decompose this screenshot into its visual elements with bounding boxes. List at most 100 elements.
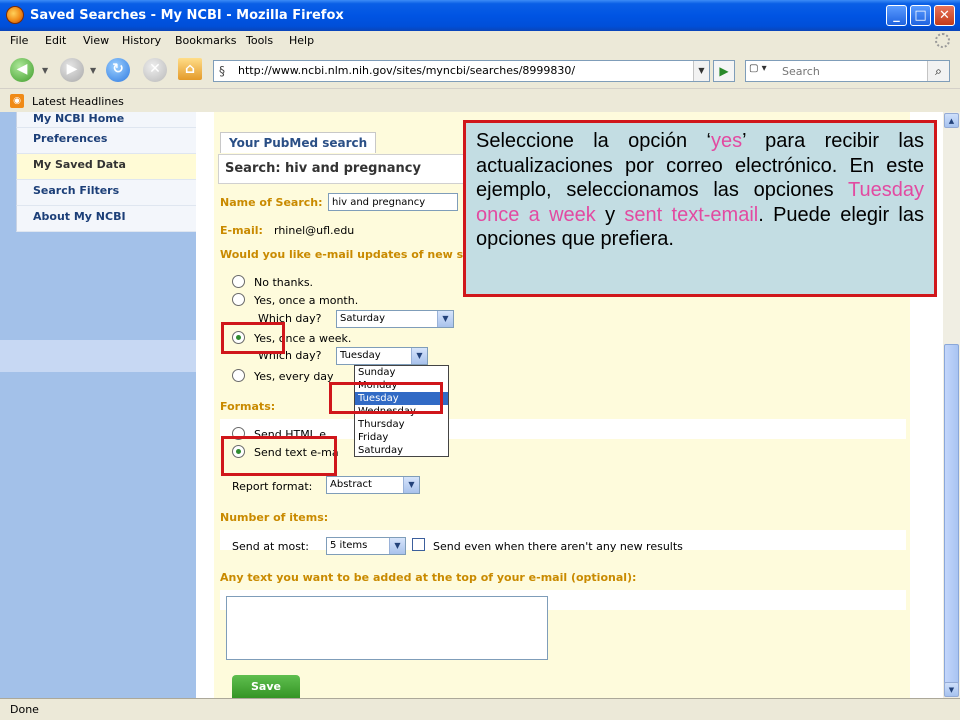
report-format-select[interactable]: Abstract ▼ [326, 476, 420, 494]
maximize-button[interactable]: □ [910, 5, 931, 26]
status-bar: Done [0, 698, 960, 720]
radio-no-thanks-label: No thanks. [254, 276, 314, 289]
send-at-most-value: 5 items [330, 540, 368, 551]
sidebar-item-saved-data[interactable]: My Saved Data [16, 154, 196, 180]
site-icon: § [219, 64, 225, 78]
reload-button[interactable]: ↻ [106, 58, 130, 82]
radio-once-month[interactable] [232, 293, 245, 306]
throbber-icon [935, 33, 950, 48]
sidebar: My NCBI Home Preferences My Saved Data S… [0, 112, 196, 698]
go-button[interactable]: ▶ [713, 60, 735, 82]
sidebar-item-about[interactable]: About My NCBI [16, 206, 196, 232]
search-icon[interactable]: ⌕ [927, 61, 949, 81]
menu-view[interactable]: View [83, 34, 109, 47]
email-label: E-mail: [220, 224, 263, 237]
radio-once-month-label: Yes, once a month. [254, 294, 359, 307]
radio-every-day-label: Yes, every day [254, 370, 334, 383]
month-day-select[interactable]: Saturday ▼ [336, 310, 454, 328]
forward-arrow-icon: ▶ [66, 61, 78, 77]
status-text: Done [10, 703, 39, 716]
go-arrow-icon: ▶ [719, 64, 729, 78]
report-format-value: Abstract [330, 479, 372, 490]
day-option-thursday[interactable]: Thursday [355, 418, 448, 431]
menu-history[interactable]: History [122, 34, 161, 47]
reload-icon: ↻ [112, 61, 124, 77]
stop-icon: ✕ [149, 61, 161, 77]
callout-sent: sent text-email [624, 203, 759, 226]
search-box[interactable]: ▢ ▾ ⌕ [745, 60, 950, 82]
callout-part3: y [595, 203, 625, 226]
highlight-tuesday [329, 382, 443, 414]
stop-button[interactable]: ✕ [143, 58, 167, 82]
chevron-down-icon: ▼ [411, 348, 427, 364]
number-items-label: Number of items: [220, 511, 329, 524]
updates-question: Would you like e-mail updates of new sea [220, 248, 479, 261]
back-arrow-icon: ◀ [16, 61, 28, 77]
search-input[interactable] [780, 63, 920, 79]
address-url: http://www.ncbi.nlm.nih.gov/sites/myncbi… [238, 64, 576, 77]
url-history-icon[interactable]: ▼ [693, 61, 709, 81]
menu-bookmarks[interactable]: Bookmarks [175, 34, 236, 47]
day-option-friday[interactable]: Friday [355, 431, 448, 444]
firefox-icon [6, 6, 24, 24]
menu-file[interactable]: File [10, 34, 28, 47]
week-day-select[interactable]: Tuesday ▼ [336, 347, 428, 365]
menu-bar: File Edit View History Bookmarks Tools H… [0, 31, 960, 51]
sidebar-menu: My NCBI Home Preferences My Saved Data S… [16, 112, 196, 232]
menu-help[interactable]: Help [289, 34, 314, 47]
forward-button[interactable]: ▶ [60, 58, 84, 82]
send-at-most-label: Send at most: [232, 540, 309, 553]
bookmark-latest-headlines[interactable]: Latest Headlines [32, 95, 124, 108]
minimize-button[interactable]: _ [886, 5, 907, 26]
home-icon: ⌂ [184, 61, 196, 77]
highlight-once-week [221, 322, 285, 354]
chevron-down-icon: ▼ [389, 538, 405, 554]
month-day-value: Saturday [340, 313, 386, 324]
callout-part1: Seleccione la opción ‘ [476, 130, 711, 152]
close-button[interactable]: ✕ [934, 5, 955, 26]
save-button[interactable]: Save [232, 675, 300, 698]
search-engine-icon[interactable]: ▢ ▾ [749, 63, 777, 79]
back-history-icon[interactable]: ▼ [42, 66, 48, 75]
day-option-saturday[interactable]: Saturday [355, 444, 448, 457]
extra-text-area[interactable] [226, 596, 548, 660]
extra-text-label: Any text you want to be added at the top… [220, 571, 637, 584]
search-name-field[interactable] [328, 193, 458, 211]
send-at-most-select[interactable]: 5 items ▼ [326, 537, 406, 555]
radio-no-thanks[interactable] [232, 275, 245, 288]
week-day-value: Tuesday [340, 350, 381, 361]
instruction-callout: Seleccione la opción ‘yes’ para recibir … [463, 120, 937, 297]
email-value: rhinel@ufl.edu [274, 224, 355, 237]
navigation-toolbar: ◀ ▼ ▶ ▼ ↻ ✕ ⌂ § http://www.ncbi.nlm.nih.… [0, 51, 960, 89]
send-even-checkbox[interactable] [412, 538, 425, 551]
sidebar-item-preferences[interactable]: Preferences [16, 128, 196, 154]
sidebar-item-home[interactable]: My NCBI Home [16, 112, 196, 128]
scroll-up-icon[interactable]: ▲ [944, 113, 959, 128]
vertical-scrollbar[interactable]: ▲ ▼ [943, 112, 960, 698]
day-option-sunday[interactable]: Sunday [355, 366, 448, 379]
address-bar[interactable]: § http://www.ncbi.nlm.nih.gov/sites/mync… [213, 60, 710, 82]
sidebar-item-search-filters[interactable]: Search Filters [16, 180, 196, 206]
bookmarks-toolbar: ◉ Latest Headlines [0, 90, 960, 112]
sidebar-band [0, 340, 196, 372]
menu-tools[interactable]: Tools [246, 34, 273, 47]
highlight-send-text [221, 436, 337, 476]
radio-every-day[interactable] [232, 369, 245, 382]
send-even-label: Send even when there aren't any new resu… [433, 540, 683, 553]
forward-history-icon[interactable]: ▼ [90, 66, 96, 75]
report-format-label: Report format: [232, 480, 313, 493]
scroll-thumb[interactable] [944, 344, 959, 684]
menu-edit[interactable]: Edit [45, 34, 66, 47]
back-button[interactable]: ◀ [10, 58, 34, 82]
chevron-down-icon: ▼ [403, 477, 419, 493]
window-title: Saved Searches - My NCBI - Mozilla Firef… [30, 8, 344, 23]
chevron-down-icon: ▼ [437, 311, 453, 327]
scroll-down-icon[interactable]: ▼ [944, 682, 959, 697]
title-bar: Saved Searches - My NCBI - Mozilla Firef… [0, 0, 960, 31]
rss-icon: ◉ [10, 94, 24, 108]
formats-label: Formats: [220, 400, 276, 413]
tab-your-pubmed-search[interactable]: Your PubMed search [220, 132, 377, 153]
name-label: Name of Search: [220, 196, 323, 209]
callout-yes: yes [710, 130, 743, 152]
home-button[interactable]: ⌂ [178, 58, 202, 80]
